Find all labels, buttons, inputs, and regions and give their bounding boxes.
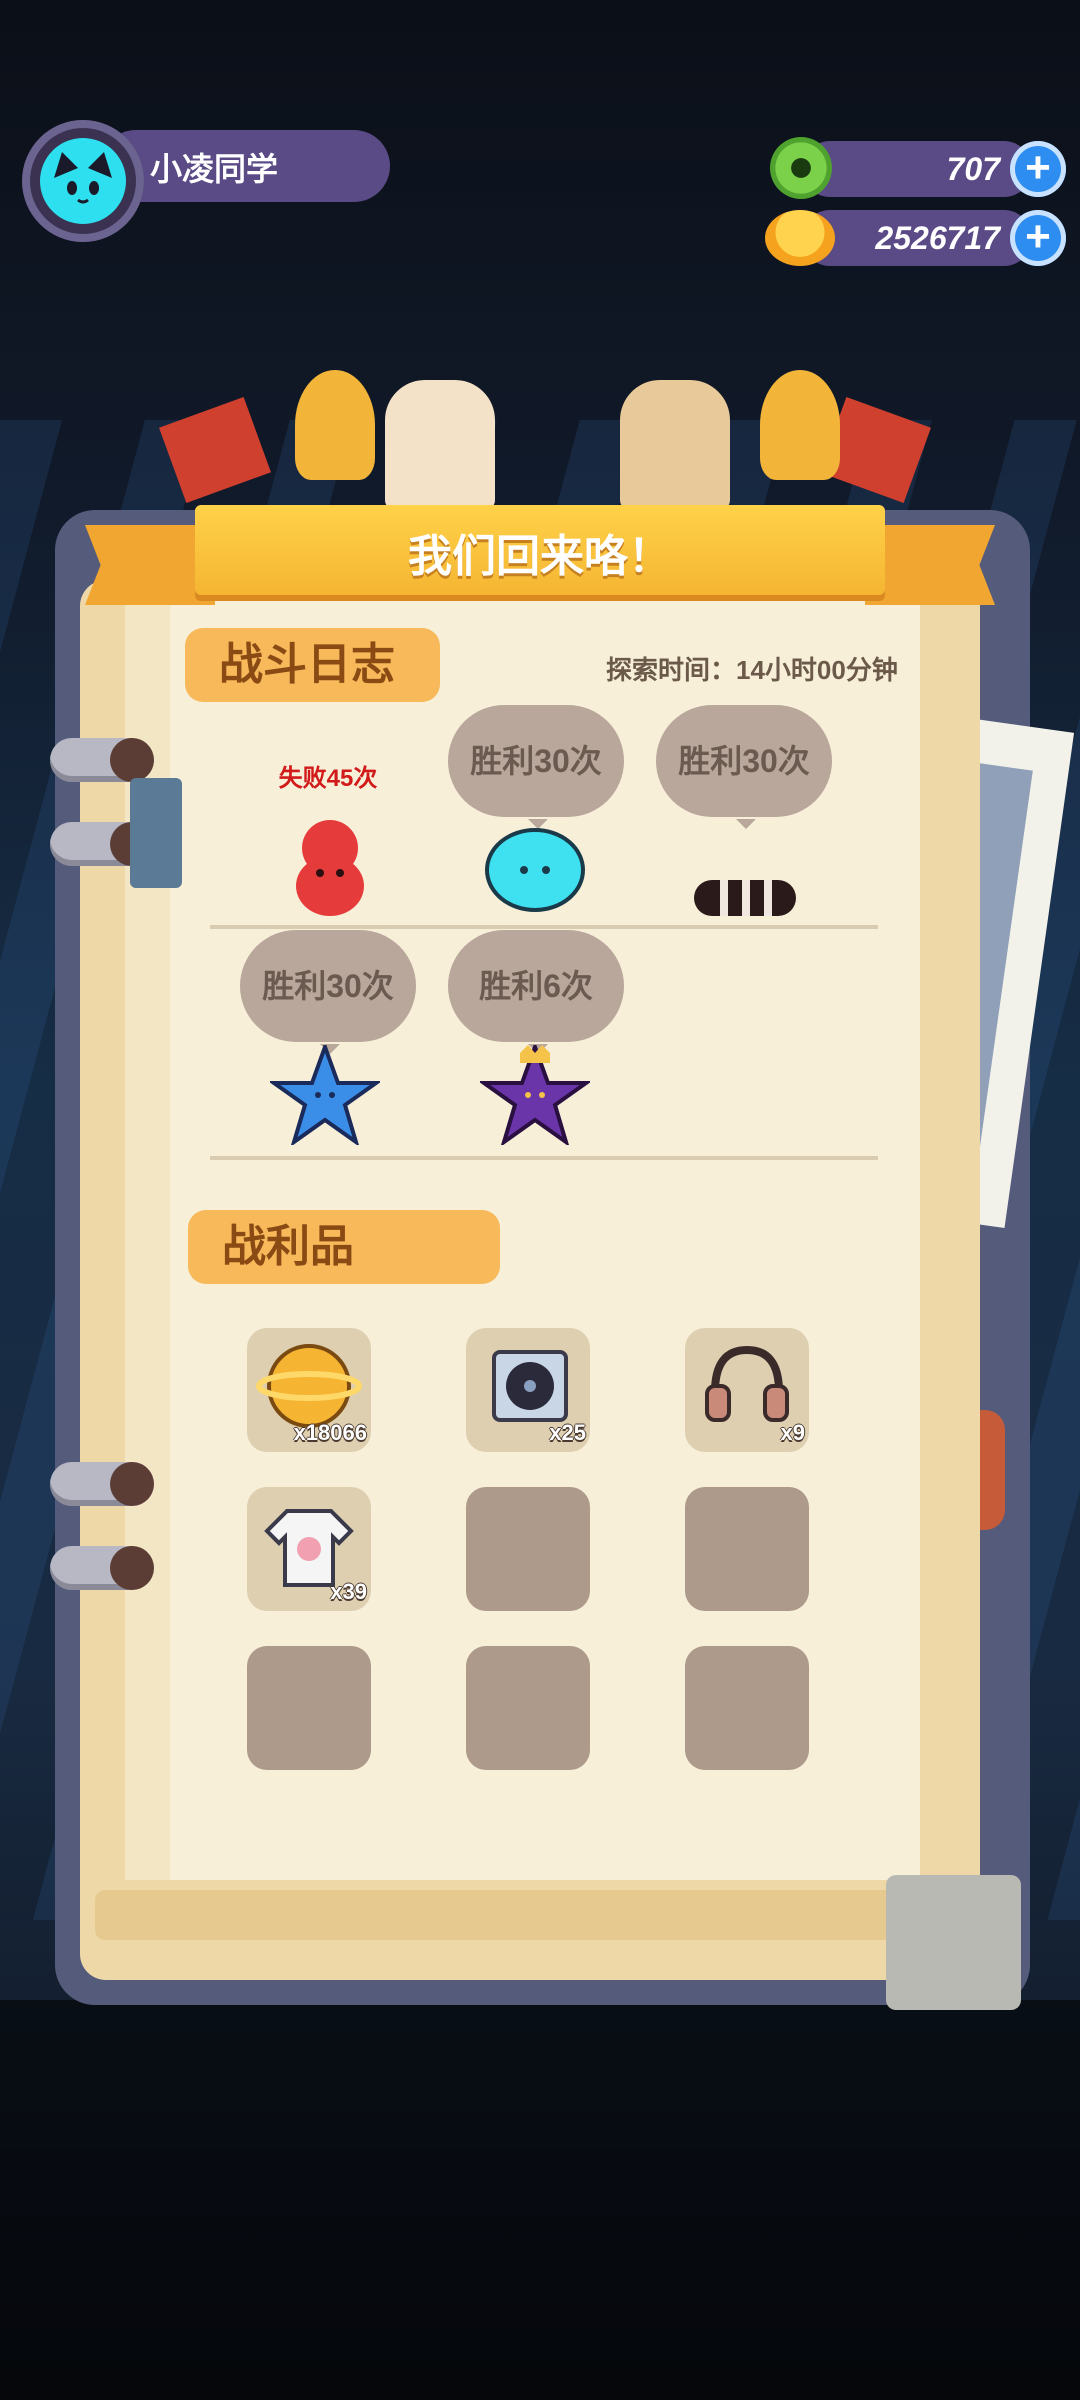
bottom-nav-dimmed [0,2000,1080,2400]
dialog-title: 我们回来咯！ [408,532,672,581]
enemy-result-bubble: 胜利6次 [448,930,624,1054]
binder-hole [110,738,154,782]
cat-face-icon [54,152,112,204]
trumpet-icon [760,370,840,480]
blue-starfish-enemy-icon [270,1045,380,1145]
empty-loot-slot [685,1487,809,1611]
loot-count: x39 [330,1579,367,1604]
loot-slot[interactable]: x9 [685,1328,809,1452]
trumpet-icon [295,370,375,480]
empty-loot-slot [247,1646,371,1770]
shelf-line [210,1156,878,1160]
cyan-jellyfish-enemy-icon [485,828,585,912]
username: 小凌同学 [150,151,279,187]
loot-count: x18066 [293,1420,367,1445]
add-gold-currency-button[interactable]: + [1010,210,1066,266]
explore-time: 探索时间：14小时00分钟 [606,655,898,685]
loot-label: 战利品 [188,1210,500,1284]
enemy-result-bubble: 胜利30次 [656,705,832,829]
cat-mascot-icon [385,380,495,510]
binder-hole [110,1462,154,1506]
enemy-result-bubble: 胜利30次 [448,705,624,829]
corner-clip-decoration [886,1875,1021,2010]
loot-slot[interactable]: x25 [466,1328,590,1452]
empty-loot-slot [685,1646,809,1770]
enemy-result-bubble: 胜利30次 [240,930,416,1054]
loot-count: x25 [549,1420,586,1445]
red-blob-enemy-icon [296,820,364,916]
empty-loot-slot [466,1646,590,1770]
shelf-line [210,925,878,929]
striped-worm-enemy-icon [694,880,796,916]
avatar[interactable] [40,138,126,224]
enemy-result-lose: 失败45次 [278,765,378,792]
loot-slot[interactable]: x18066 [247,1328,371,1452]
loot-slot[interactable]: x39 [247,1487,371,1611]
currency-value-gold: 2526717 [875,220,1000,256]
purple-crowned-starfish-enemy-icon [480,1045,590,1145]
currency-value-green: 707 [946,151,1000,187]
empty-loot-slot [466,1487,590,1611]
binder-hole [110,1546,154,1590]
loot-count: x9 [780,1420,805,1445]
paper-clip-icon [130,778,182,888]
cat-mascot-icon [620,380,730,510]
add-green-currency-button[interactable]: + [1010,141,1066,197]
page-bottom-strip [95,1890,975,1940]
battle-log-label: 战斗日志 [185,628,440,702]
